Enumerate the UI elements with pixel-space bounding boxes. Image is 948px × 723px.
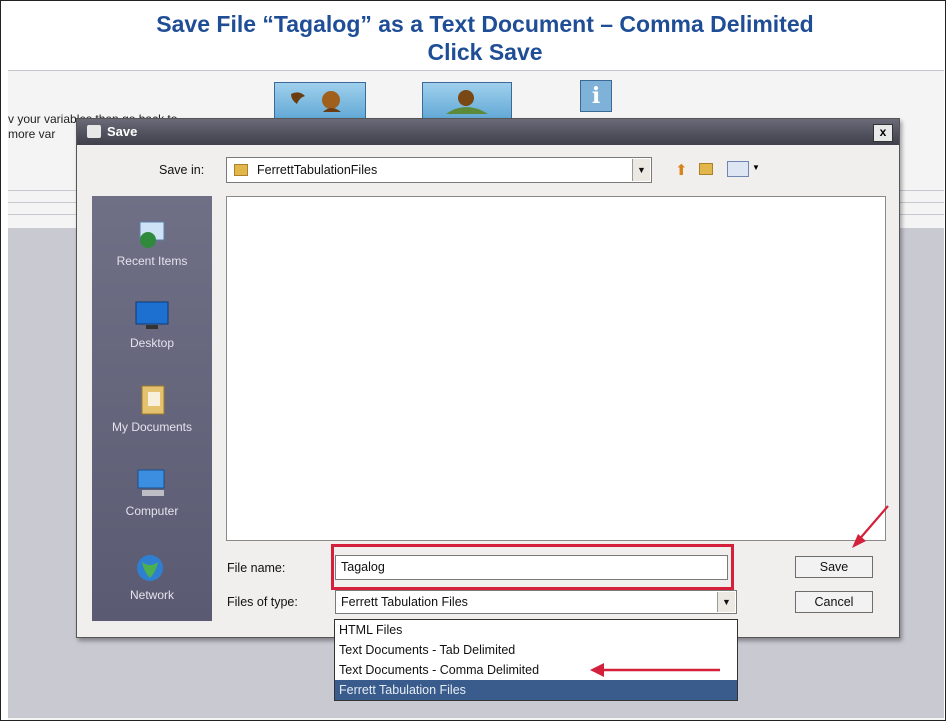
- annotation-arrow-save: [852, 505, 889, 548]
- annotation-arrow-comma-delimited: [590, 663, 720, 677]
- annotation-arrows: [590, 505, 889, 677]
